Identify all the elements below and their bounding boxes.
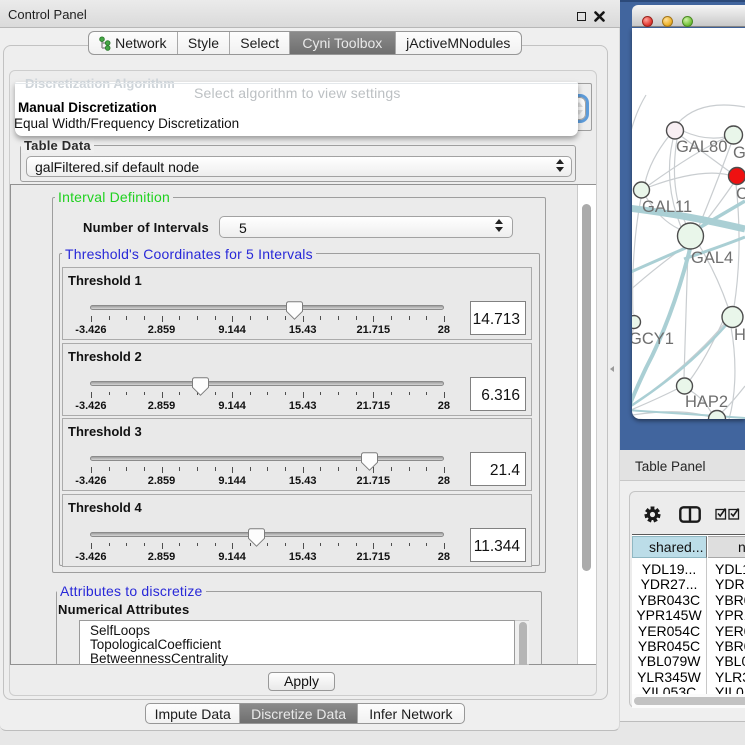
svg-text:C: C bbox=[736, 185, 745, 203]
svg-text:GCY1: GCY1 bbox=[632, 330, 674, 348]
svg-text:HAP2: HAP2 bbox=[685, 393, 728, 411]
svg-text:GAL80: GAL80 bbox=[676, 138, 727, 156]
svg-text:H: H bbox=[734, 326, 745, 344]
svg-text:GAL4: GAL4 bbox=[691, 249, 733, 267]
svg-text:GAL11: GAL11 bbox=[642, 198, 692, 216]
svg-text:G.: G. bbox=[733, 144, 745, 162]
